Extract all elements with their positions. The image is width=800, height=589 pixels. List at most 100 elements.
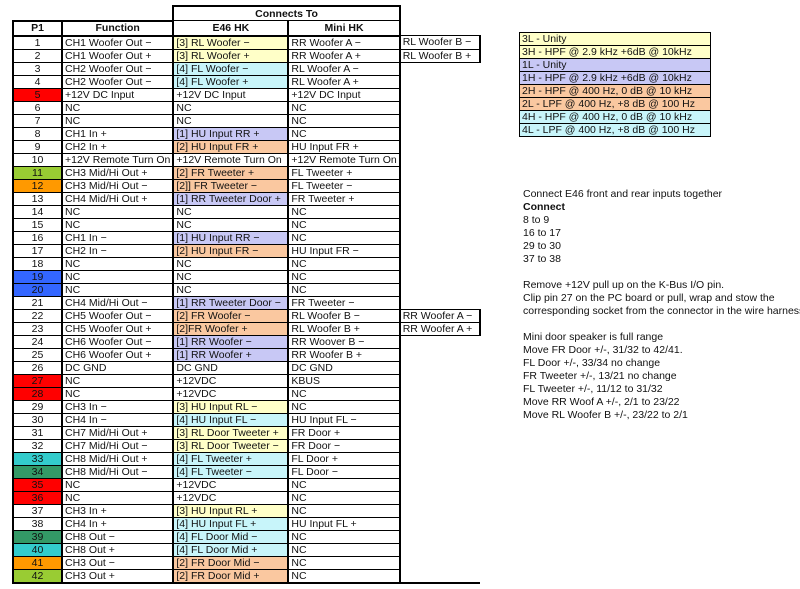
- mini-hk-cell: FR Door +: [287, 425, 401, 440]
- legend-row: 3L - Unity: [519, 32, 711, 46]
- table-row: 19 NC NC NC: [12, 269, 480, 284]
- pin-number-cell: 41: [12, 555, 63, 570]
- function-cell: CH2 In +: [60, 139, 174, 154]
- function-cell: CH3 Out +: [60, 568, 174, 584]
- pin-number-cell: 4: [12, 74, 63, 89]
- function-cell: CH8 Mid/Hi Out −: [60, 464, 174, 479]
- function-cell: CH4 Mid/Hi Out +: [60, 191, 174, 206]
- mini-hk-cell: KBUS: [287, 373, 401, 388]
- function-cell: CH2 Woofer Out −: [60, 61, 174, 76]
- function-cell: NC: [60, 113, 174, 128]
- table-row: 1 CH1 Woofer Out − [3] RL Woofer − RR Woofe…: [12, 35, 481, 50]
- pin-number-cell: 40: [12, 542, 63, 557]
- empty-cell: [400, 530, 480, 543]
- legend-row: 4L - LPF @ 400 Hz, +8 dB @ 100 Hz: [519, 123, 711, 137]
- function-cell: NC: [60, 373, 174, 388]
- empty-cell: [400, 335, 480, 348]
- legend-entry: 2H - HPF @ 400 Hz, 0 dB @ 10 kHz: [519, 84, 711, 98]
- function-cell: DC GND: [60, 360, 174, 375]
- function-cell: CH7 Mid/Hi Out +: [60, 425, 174, 440]
- extra-connection-cell: RR Woofer A −: [399, 308, 481, 323]
- legend-entry: 2L - LPF @ 400 Hz, +8 dB @ 100 Hz: [519, 97, 711, 111]
- legend-row: 1L - Unity: [519, 58, 711, 72]
- pin-number-cell: 14: [12, 204, 63, 219]
- pin-number-cell: 29: [12, 399, 63, 414]
- e46-hk-cell: [4] FL Woofer +: [172, 74, 289, 89]
- extra-connection-cell: RR Woofer A +: [399, 321, 481, 336]
- table-row: 17 CH2 In − [2] HU Input FR − HU Input FR −: [12, 243, 480, 258]
- pin-number-cell: 37: [12, 503, 63, 518]
- e46-hk-cell: NC: [172, 269, 289, 284]
- legend-entry: 3L - Unity: [519, 32, 711, 46]
- function-cell: CH8 Out −: [60, 529, 174, 544]
- pin-number-cell: 26: [12, 360, 63, 375]
- kbus-note-line: Clip pin 27 on the PC board or pull, wra…: [523, 292, 775, 304]
- kbus-notes: Remove +12V pull up on the K-Bus I/O pin…: [523, 279, 800, 318]
- empty-cell: [400, 426, 480, 439]
- function-cell: CH7 Mid/Hi Out −: [60, 438, 174, 453]
- mini-hk-cell: +12V Remote Turn On: [287, 152, 401, 167]
- mini-hk-cell: FR Tweeter +: [287, 191, 401, 206]
- mini-note-line: Mini door speaker is full range: [523, 331, 664, 343]
- mini-hk-cell: FL Door +: [287, 451, 401, 466]
- function-cell: NC: [60, 217, 174, 232]
- empty-cell: [400, 62, 480, 75]
- connect-pair: 16 to 17: [523, 227, 561, 239]
- connect-pair: 8 to 9: [523, 214, 550, 226]
- e46-hk-cell: +12VDC: [172, 373, 289, 388]
- pin-number-cell: 15: [12, 217, 63, 232]
- empty-cell: [400, 231, 480, 244]
- e46-hk-cell: [4] FL Door Mid +: [172, 542, 289, 557]
- pin-number-cell: 23: [12, 321, 63, 336]
- mini-hk-cell: FL Tweeter +: [287, 165, 401, 180]
- pin-number-cell: 5: [12, 87, 63, 102]
- pin-number-cell: 2: [12, 48, 63, 63]
- mini-hk-cell: NC: [287, 113, 401, 128]
- function-cell: CH5 Woofer Out −: [60, 308, 174, 323]
- pin-number-cell: 27: [12, 373, 63, 388]
- e46-hk-cell: [3] RL Door Tweeter −: [172, 438, 289, 453]
- e46-hk-cell: [2] FR Tweeter +: [172, 165, 289, 180]
- table-row: 21 CH4 Mid/Hi Out − [1] RR Tweeter Door − F…: [12, 295, 480, 310]
- table-row: 29 CH3 In − [3] HU Input RL − NC: [12, 399, 480, 414]
- empty-cell: [400, 452, 480, 465]
- empty-cell: [400, 166, 480, 179]
- table-row: 30 CH4 In − [4] HU Input FL − HU Input FL −: [12, 412, 480, 427]
- e46-hk-cell: [3] HU Input RL −: [172, 399, 289, 414]
- table-row: 34 CH8 Mid/Hi Out − [4] FL Tweeter − FL Doo…: [12, 464, 480, 479]
- extra-connection-cell: RL Woofer B +: [399, 48, 481, 63]
- legend-entry: 1H - HPF @ 2.9 kHz +6dB @ 10kHz: [519, 71, 711, 85]
- table-row: 33 CH8 Mid/Hi Out + [4] FL Tweeter + FL Doo…: [12, 451, 480, 466]
- e46-hk-cell: [4] FL Door Mid −: [172, 529, 289, 544]
- pin-number-cell: 38: [12, 516, 63, 531]
- table-row: 24 CH6 Woofer Out − [1] RR Woofer − RR Woov…: [12, 334, 480, 349]
- function-cell: NC: [60, 282, 174, 297]
- connects-to-header: Connects To: [172, 5, 401, 21]
- mini-hk-cell: RR Woofer A +: [287, 48, 401, 63]
- empty-cell: [400, 75, 480, 88]
- function-cell: NC: [60, 256, 174, 271]
- mini-note-line: Move FR Door +/-, 31/32 to 42/41.: [523, 344, 683, 356]
- pin-number-cell: 31: [12, 425, 63, 440]
- mini-hk-cell: NC: [287, 282, 401, 297]
- empty-cell: [400, 465, 480, 478]
- empty-cell: [400, 491, 480, 504]
- pin-number-cell: 25: [12, 347, 63, 362]
- e46-hk-cell: [4] HU Input FL −: [172, 412, 289, 427]
- table-row: 36 NC +12VDC NC: [12, 490, 480, 505]
- mini-note-line: FL Door +/-, 33/34 no change: [523, 357, 661, 369]
- mini-note-line: Move RR Woof A +/-, 2/1 to 23/22: [523, 396, 680, 408]
- legend-row: 3H - HPF @ 2.9 kHz +6dB @ 10kHz: [519, 45, 711, 59]
- pin-number-cell: 11: [12, 165, 63, 180]
- e46-hk-cell: DC GND: [172, 360, 289, 375]
- function-cell: CH4 In +: [60, 516, 174, 531]
- e46-hk-cell: NC: [172, 113, 289, 128]
- table-row: 23 CH5 Woofer Out + [2]FR Woofer + RL Woofe…: [12, 321, 481, 336]
- e46-hk-cell: +12VDC: [172, 386, 289, 401]
- connect-heading: Connect: [523, 201, 565, 213]
- mini-hk-cell: NC: [287, 269, 401, 284]
- pin-number-cell: 17: [12, 243, 63, 258]
- mini-note-line: FL Tweeter +/-, 11/12 to 31/32: [523, 383, 663, 395]
- mini-hk-cell: NC: [287, 399, 401, 414]
- e46-hk-cell: [2]] FR Tweeter −: [172, 178, 289, 193]
